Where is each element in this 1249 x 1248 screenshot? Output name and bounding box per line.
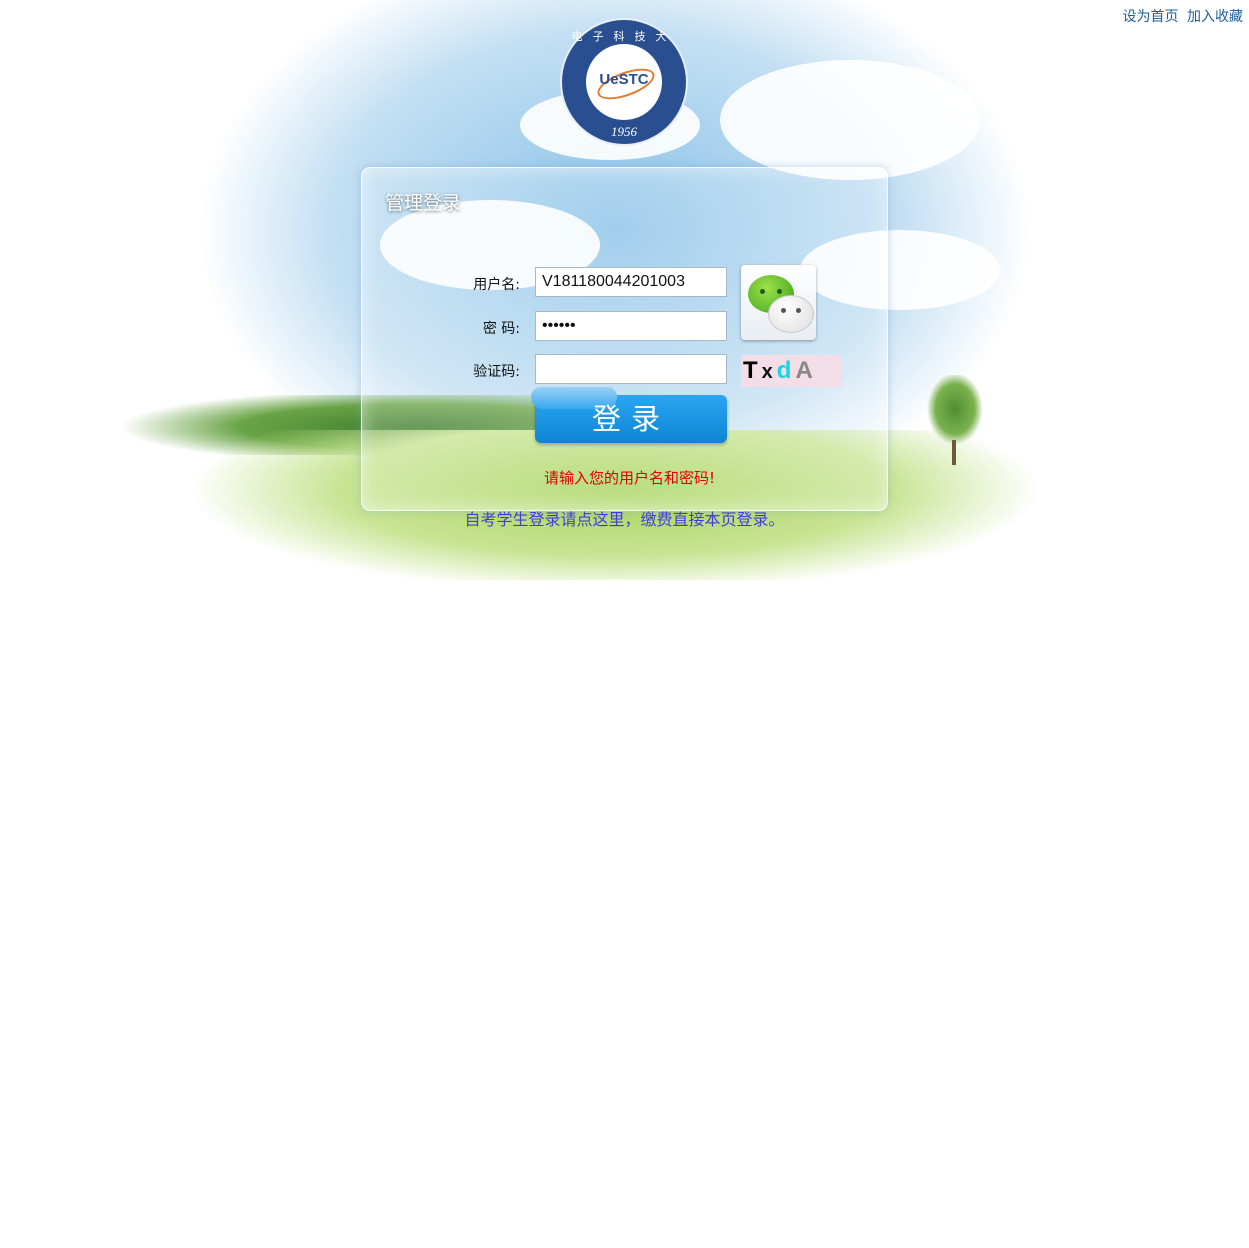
captcha-char: x xyxy=(761,361,777,383)
tree xyxy=(925,375,985,445)
login-panel: 管理登录 用户名: 密 码: •••••• 验证码: TxdA 登录 请输入您的… xyxy=(361,167,888,511)
logo-inner: UeSTC xyxy=(586,44,662,120)
captcha-input[interactable] xyxy=(535,354,727,384)
login-button-label: 登录 xyxy=(591,402,670,436)
captcha-char: d xyxy=(776,357,796,384)
wechat-login-button[interactable] xyxy=(741,265,816,340)
captcha-char: T xyxy=(743,357,762,384)
self-study-student-login-link[interactable]: 自考学生登录请点这里，缴费直接本页登录。 xyxy=(0,506,1249,530)
captcha-image[interactable]: TxdA xyxy=(741,355,841,387)
username-label: 用户名: xyxy=(473,277,520,293)
panel-title: 管理登录 xyxy=(385,192,462,214)
username-input[interactable] xyxy=(535,267,727,297)
add-favorite-link[interactable]: 加入收藏 xyxy=(1187,9,1243,25)
password-label: 密 码: xyxy=(482,321,520,337)
university-logo: 电子科技大学 UeSTC 1956 xyxy=(562,20,686,144)
set-home-link[interactable]: 设为首页 xyxy=(1123,9,1179,25)
cloud xyxy=(720,60,980,180)
logo-year: 1956 xyxy=(611,124,637,139)
tree-trunk xyxy=(952,440,956,465)
error-message: 请输入您的用户名和密码! xyxy=(543,469,715,487)
logo-mark: UeSTC xyxy=(599,71,649,88)
top-links: 设为首页 加入收藏 xyxy=(1119,6,1243,26)
captcha-char: A xyxy=(795,357,817,384)
login-button[interactable]: 登录 xyxy=(531,387,727,443)
captcha-label: 验证码: xyxy=(473,364,520,380)
password-input[interactable]: •••••• xyxy=(535,311,727,341)
